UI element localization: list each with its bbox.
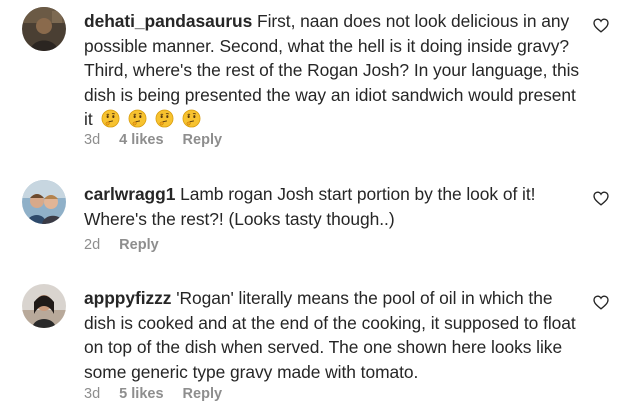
comment-likes[interactable]: 4 likes [119, 132, 163, 148]
thinking-face-icon [128, 109, 147, 128]
comment-timestamp: 3d [84, 132, 101, 148]
heart-outline-icon[interactable] [593, 18, 609, 33]
comment-text: apppyfizzz 'Rogan' literally means the p… [84, 286, 584, 384]
comment-username[interactable]: apppyfizzz [84, 288, 171, 308]
comment-meta: 2d Reply [84, 237, 174, 253]
thinking-face-icon [182, 109, 201, 128]
heart-outline-icon[interactable] [593, 295, 609, 310]
comment-text: dehati_pandasaurus First, naan does not … [84, 9, 584, 135]
comment-likes[interactable]: 5 likes [119, 386, 163, 402]
comment-timestamp: 2d [84, 237, 101, 253]
comment-meta: 3d 5 likes Reply [84, 386, 237, 402]
comment-text: carlwragg1 Lamb rogan Josh start portion… [84, 182, 584, 231]
comment-username[interactable]: dehati_pandasaurus [84, 11, 252, 31]
reply-button[interactable]: Reply [183, 386, 223, 402]
comment-timestamp: 3d [84, 386, 101, 402]
comment-meta: 3d 4 likes Reply [84, 132, 237, 148]
avatar[interactable] [22, 284, 66, 328]
thinking-face-icon [101, 109, 120, 128]
heart-outline-icon[interactable] [593, 191, 609, 206]
comment-username[interactable]: carlwragg1 [84, 184, 175, 204]
avatar[interactable] [22, 7, 66, 51]
thinking-face-icon [155, 109, 174, 128]
avatar[interactable] [22, 180, 66, 224]
reply-button[interactable]: Reply [119, 237, 159, 253]
reply-button[interactable]: Reply [183, 132, 223, 148]
